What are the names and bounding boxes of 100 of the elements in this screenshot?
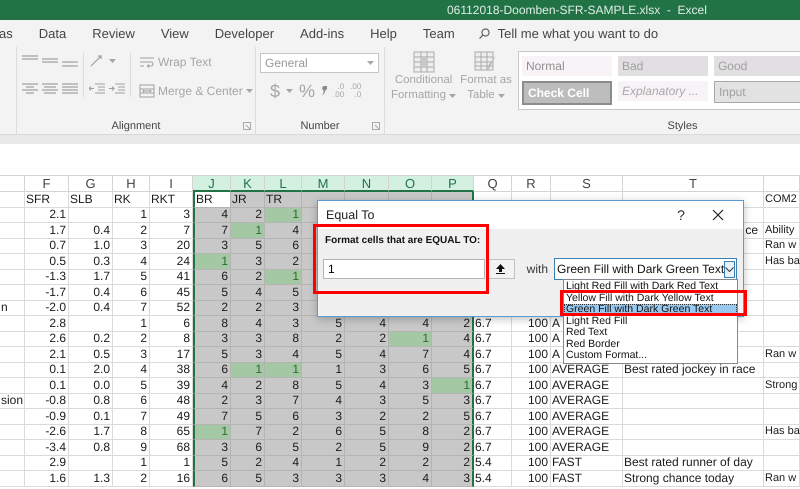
table-cell: 0.8 (69, 394, 113, 409)
column-header[interactable]: J (193, 176, 231, 192)
help-button[interactable]: ? (671, 207, 691, 223)
table-cell: 2 (113, 223, 150, 238)
dropdown-option[interactable]: Light Red Fill with Dark Red Text (564, 281, 737, 292)
table-cell: 38 (150, 362, 193, 378)
table-cell: 4 (193, 208, 231, 223)
ribbon-tab[interactable]: Data (38, 26, 66, 41)
ribbon-tab[interactable]: Review (92, 26, 135, 41)
search-icon (478, 28, 490, 39)
dialog-title: Equal To (326, 208, 374, 222)
increase-indent-icon[interactable] (109, 82, 125, 96)
decrease-indent-icon[interactable] (89, 82, 105, 96)
table-cell: 1 (389, 332, 432, 347)
table-cell: 2.9 (25, 456, 69, 471)
column-header[interactable] (764, 176, 800, 192)
table-brush-icon (474, 51, 498, 73)
caret-icon (109, 59, 116, 64)
table-cell: 3 (113, 347, 150, 362)
chevron-icon (725, 266, 734, 272)
table-cell: 6 (231, 440, 265, 456)
table-cell: 5.4 (474, 471, 512, 486)
table-cell: 2 (113, 471, 150, 486)
table-cell: 4 (432, 332, 474, 347)
column-header[interactable]: G (69, 176, 113, 192)
group-label: Number (300, 120, 340, 132)
table-cell: -3.4 (25, 440, 69, 456)
dialog-launcher-icon[interactable] (372, 122, 380, 130)
table-cell: 6.7 (474, 347, 512, 362)
column-header[interactable]: Q (474, 176, 512, 192)
tell-me-field[interactable]: Tell me what you want to do (498, 26, 658, 41)
table-cell: FAST (551, 456, 623, 471)
table-cell: 2 (302, 440, 345, 456)
column-header[interactable]: F (25, 176, 69, 192)
table-cell: 9 (389, 440, 432, 456)
column-header[interactable]: N (345, 176, 389, 192)
column-header[interactable]: T (623, 176, 764, 192)
table-cell: 5 (345, 440, 389, 456)
column-header[interactable]: I (150, 176, 193, 192)
ribbon-tab[interactable]: Add-ins (300, 26, 344, 41)
table-cell: 1.6 (25, 471, 69, 486)
table-cell: 5 (193, 347, 231, 362)
table-cell: 6 (265, 409, 302, 424)
table-cell: 6.7 (474, 316, 512, 332)
ribbon-tab[interactable]: Team (422, 26, 455, 41)
format-select[interactable]: Green Fill with Dark Green Text (554, 258, 737, 280)
dialog-launcher-icon[interactable] (243, 122, 251, 130)
table-cell: 5 (432, 362, 474, 378)
table-cell: 1 (113, 456, 150, 471)
table-cell: 3 (265, 471, 302, 486)
table-cell: 3 (389, 378, 432, 394)
ribbon-tab[interactable]: View (160, 26, 189, 41)
table-cell: -2.0 (25, 300, 69, 316)
table-cell: 2 (193, 394, 231, 409)
table-cell: 7 (113, 300, 150, 316)
column-header[interactable]: H (113, 176, 150, 192)
table-cell: 8 (265, 378, 302, 394)
column-header[interactable]: M (302, 176, 345, 192)
table-cell: 6.7 (474, 362, 512, 378)
align-left-icon[interactable] (22, 82, 38, 96)
table-cell: 1 (265, 208, 302, 223)
table-cell: ce (745, 222, 758, 238)
column-header[interactable]: S (551, 176, 623, 192)
column-title: JR (231, 192, 265, 208)
table-cell: 48 (150, 394, 193, 409)
table-cell: -1.7 (25, 285, 69, 300)
table-cell: 3 (193, 440, 231, 456)
table-cell: 0.4 (69, 223, 113, 238)
ribbon-tab[interactable]: Developer (214, 26, 274, 41)
column-title: TR (265, 192, 302, 208)
table-cell: 8 (113, 424, 150, 440)
column-header[interactable] (0, 176, 25, 192)
table-cell: 41 (150, 270, 193, 285)
table-cell: 6.7 (474, 332, 512, 347)
table-cell: 2 (432, 456, 474, 471)
caret-icon (286, 89, 294, 93)
comma-icon[interactable] (321, 86, 328, 96)
field-label: Format cells that are EQUAL TO: (325, 235, 482, 246)
align-center-icon[interactable] (42, 82, 58, 96)
table-cell: 4 (345, 316, 389, 332)
table-cell: 65 (150, 424, 193, 440)
value-field[interactable]: 1 (323, 259, 485, 279)
collapse-button[interactable] (486, 259, 515, 279)
table-cell: 6 (150, 316, 193, 332)
column-header[interactable]: P (432, 176, 474, 192)
column-header[interactable]: O (389, 176, 432, 192)
table-cell: 3 (193, 332, 231, 347)
column-header[interactable]: R (512, 176, 551, 192)
align-right-icon[interactable] (62, 82, 78, 96)
table-cell: 2 (345, 456, 389, 471)
column-title: BR (193, 192, 231, 208)
ribbon-tab[interactable]: Help (370, 26, 397, 41)
table-cell: 5 (302, 378, 345, 394)
table-cell: 3 (265, 316, 302, 332)
table-cell: 45 (150, 285, 193, 300)
column-header[interactable]: L (265, 176, 302, 192)
dropdown-option[interactable]: Yellow Fill with Dark Yellow Text (564, 292, 737, 304)
table-cell: 1 (265, 362, 302, 378)
column-header[interactable]: K (231, 176, 265, 192)
table-cell: 2.8 (25, 316, 69, 332)
